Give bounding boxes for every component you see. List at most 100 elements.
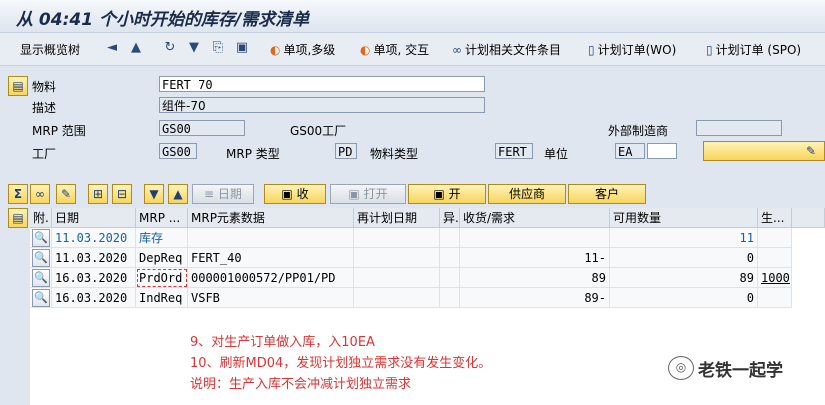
watermark-text: 老铁一起学: [698, 361, 783, 381]
mrp-type-label: MRP 类型: [226, 147, 280, 161]
window-icon: ▣: [348, 187, 364, 201]
table-row: 🔍: [30, 268, 52, 288]
plant-field: GS00: [159, 143, 197, 159]
production-link[interactable]: 1000: [758, 268, 792, 288]
detail-magnifier-icon[interactable]: 🔍: [32, 289, 50, 307]
refresh-icon[interactable]: ↻: [162, 40, 178, 56]
cell-qty: 89-: [460, 288, 610, 308]
back-icon[interactable]: ◄: [104, 40, 120, 56]
note-line-2: 10、刷新MD04，发现计划独立需求没有发生变化。: [190, 356, 492, 371]
open2-button-label: 开: [448, 187, 461, 201]
overview-tree-button[interactable]: 显示概览树: [20, 41, 80, 58]
filter-icon[interactable]: ▼: [186, 40, 202, 56]
mrp-area-text: GS00工厂: [290, 124, 347, 138]
mountain-icon[interactable]: ▲: [128, 40, 144, 56]
date-button[interactable]: ≡ 日期: [192, 184, 254, 204]
date-button-label: 日期: [217, 187, 242, 201]
col-header-date[interactable]: 日期: [52, 208, 136, 228]
planned-order-wo-button[interactable]: ▯ 计划订单(WO): [588, 41, 676, 58]
single-multi-level-label: 单项,多级: [283, 43, 336, 57]
sum-button[interactable]: Σ: [8, 184, 28, 204]
note-line-3: 说明：生产入库不会冲减计划独立需求: [190, 377, 412, 392]
customer-button[interactable]: 客户: [568, 184, 646, 204]
pencil-button[interactable]: ✎: [56, 184, 76, 204]
cell-available: 89: [610, 268, 758, 288]
material-toggle-button[interactable]: ▤: [8, 76, 28, 96]
table-row: 🔍: [30, 248, 52, 268]
planning-file-entry-button[interactable]: ∞ 计划相关文件条目: [452, 41, 561, 58]
mrp-type-field: PD: [335, 143, 357, 159]
print-icon[interactable]: ▣: [234, 40, 250, 56]
col-header-attach[interactable]: 附.: [30, 208, 52, 228]
document-icon: ▯: [588, 42, 595, 57]
expand-tree-button[interactable]: ⊞: [88, 184, 108, 204]
open2-button[interactable]: ▣ 开: [408, 184, 486, 204]
col-header-reschedule[interactable]: 再计划日期: [354, 208, 440, 228]
description-field: 组件-70: [159, 97, 485, 113]
cell-exception: [440, 248, 460, 268]
single-interactive-button[interactable]: ◐ 单项, 交互: [360, 41, 429, 58]
mrp-area-label: MRP 范围: [32, 124, 86, 138]
grid-settings-button[interactable]: ▤: [8, 208, 28, 228]
pencil-icon: ✎: [805, 144, 816, 158]
single-multi-level-button[interactable]: ◐ 单项,多级: [270, 41, 335, 58]
receipt-button[interactable]: ▣ 收: [264, 184, 326, 204]
external-manufacturer-field: [696, 120, 782, 136]
col-header-receipt-requirement[interactable]: 收货/需求: [460, 208, 610, 228]
vendor-button[interactable]: 供应商: [488, 184, 566, 204]
col-header-mrp[interactable]: MRP ...: [136, 208, 188, 228]
page-title: 从 04:41 个小时开始的库存/需求清单: [16, 10, 310, 30]
sort-up-button[interactable]: ▲: [168, 184, 188, 204]
table-row: 🔍: [30, 288, 52, 308]
link-options-button[interactable]: ∞: [30, 184, 50, 204]
col-header-spacer: [792, 208, 825, 228]
export-icon[interactable]: ⎘: [210, 40, 226, 56]
detail-magnifier-icon[interactable]: 🔍: [32, 269, 50, 287]
cell-mrp-element: IndReq: [136, 288, 188, 308]
open-button[interactable]: ▣ 打开: [330, 184, 406, 204]
cell-qty: 11-: [460, 248, 610, 268]
cell-mrp-element: 库存: [136, 228, 188, 248]
production-link-text[interactable]: 1000: [761, 271, 790, 285]
window-icon: ▣: [433, 187, 449, 201]
col-header-available[interactable]: 可用数量: [610, 208, 758, 228]
description-label: 描述: [32, 101, 57, 115]
cell-qty: 89: [460, 268, 610, 288]
cell-date: 11.03.2020: [52, 248, 136, 268]
cell-production: [758, 228, 792, 248]
cell-reschedule: [354, 228, 440, 248]
planned-order-wo-label: 计划订单(WO): [597, 43, 677, 57]
note-line-1: 9、对生产订单做入库，入10EA: [190, 335, 375, 350]
cell-reschedule: [354, 268, 440, 288]
mrp-area-field: GS00: [159, 120, 245, 136]
cell-production: [758, 288, 792, 308]
sort-down-button[interactable]: ▼: [144, 184, 164, 204]
cell-available: 0: [610, 288, 758, 308]
col-header-production[interactable]: 生...: [758, 208, 792, 228]
planning-file-entry-label: 计划相关文件条目: [465, 43, 562, 57]
material-field[interactable]: FERT_70: [159, 76, 485, 92]
edit-button[interactable]: ✎: [703, 141, 825, 161]
material-label: 物料: [32, 80, 57, 94]
unit-extra-field[interactable]: [647, 143, 677, 159]
detail-magnifier-icon[interactable]: 🔍: [32, 229, 50, 247]
cell-date: 11.03.2020: [52, 228, 136, 248]
cell-production: [758, 248, 792, 268]
receipt-button-label: 收: [296, 187, 309, 201]
cell-exception: [440, 288, 460, 308]
cell-mrp-data: [188, 228, 354, 248]
planned-order-spo-label: 计划订单 (SPO): [715, 43, 802, 57]
external-manufacturer-label: 外部制造商: [608, 124, 669, 138]
open-button-label: 打开: [363, 187, 388, 201]
planned-order-spo-button[interactable]: ▯ 计划订单 (SPO): [706, 41, 801, 58]
collapse-tree-button[interactable]: ⊟: [112, 184, 132, 204]
stack-icon: ≡: [204, 187, 218, 201]
material-type-label: 物料类型: [370, 147, 419, 161]
cell-mrp-element-highlighted[interactable]: PrdOrd: [136, 268, 188, 288]
detail-magnifier-icon[interactable]: 🔍: [32, 249, 50, 267]
half-circle-icon: ◐: [360, 42, 371, 57]
col-header-mrp-data[interactable]: MRP元素数据: [188, 208, 354, 228]
cell-available: 11: [610, 228, 758, 248]
col-header-exception[interactable]: 异.: [440, 208, 460, 228]
single-interactive-label: 单项, 交互: [373, 43, 430, 57]
